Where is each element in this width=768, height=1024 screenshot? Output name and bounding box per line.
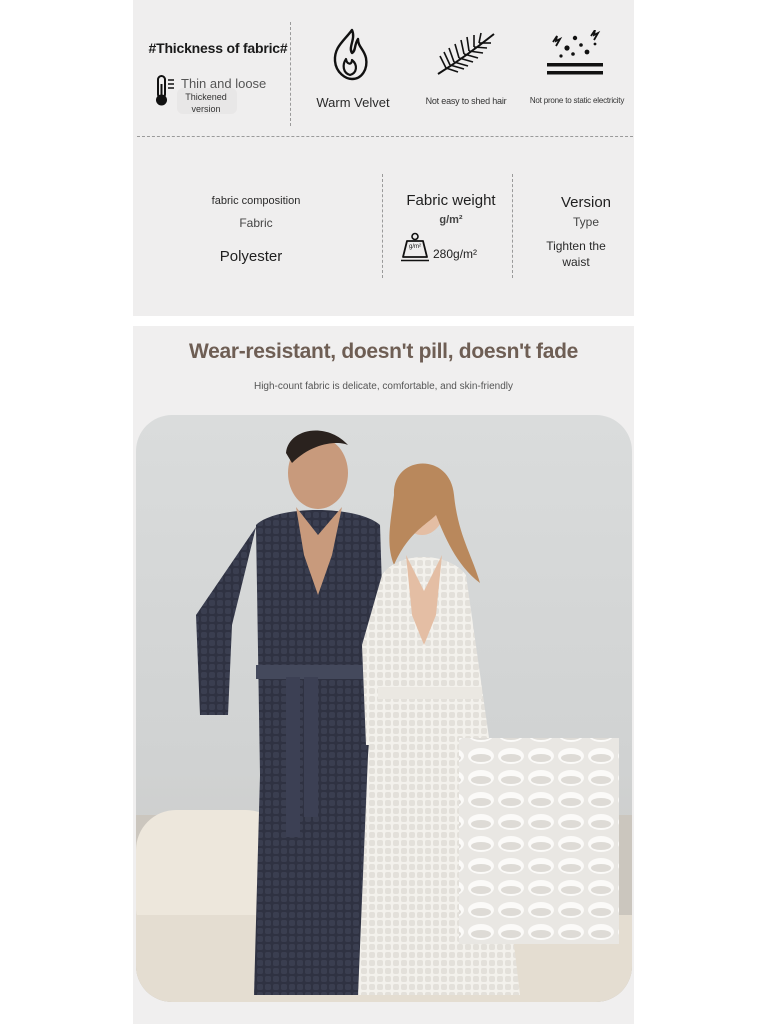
weight-label: Fabric weight bbox=[406, 192, 496, 209]
divider bbox=[137, 136, 633, 137]
version-sub: Type bbox=[572, 215, 599, 229]
subline: High-count fabric is delicate, comfortab… bbox=[253, 381, 513, 392]
weight-badge: g/m² bbox=[409, 244, 421, 250]
feather-icon bbox=[434, 30, 498, 85]
features-panel: #Thickness of fabric# Thin and loose Thi… bbox=[133, 0, 634, 316]
fabric-closeup bbox=[459, 738, 619, 944]
showcase-panel: Wear-resistant, doesn't pill, doesn't fa… bbox=[133, 326, 634, 1024]
fabric-label: fabric composition bbox=[211, 195, 301, 207]
divider bbox=[382, 174, 383, 278]
product-photo bbox=[136, 415, 632, 1002]
weight-unit: g/m² bbox=[439, 214, 463, 226]
weight-value: 280g/m² bbox=[433, 247, 478, 261]
headline: Wear-resistant, doesn't pill, doesn't fa… bbox=[188, 340, 579, 363]
version-value: Tighten the waist bbox=[546, 239, 606, 269]
models-illustration bbox=[136, 430, 632, 1002]
version-label: Version bbox=[560, 194, 612, 211]
thickness-title: #Thickness of fabric# bbox=[148, 40, 288, 56]
static-icon bbox=[545, 29, 605, 83]
flame-icon bbox=[330, 27, 370, 86]
feature-label: Warm Velvet bbox=[316, 95, 390, 110]
feature-label: Not prone to static electricity bbox=[529, 96, 625, 105]
thickness-selected: Thickened version bbox=[185, 92, 227, 114]
fabric-sub: Fabric bbox=[239, 216, 273, 230]
fabric-value: Polyester bbox=[219, 248, 283, 265]
divider bbox=[512, 174, 513, 278]
divider bbox=[290, 22, 291, 126]
feature-label: Not easy to shed hair bbox=[425, 96, 507, 106]
